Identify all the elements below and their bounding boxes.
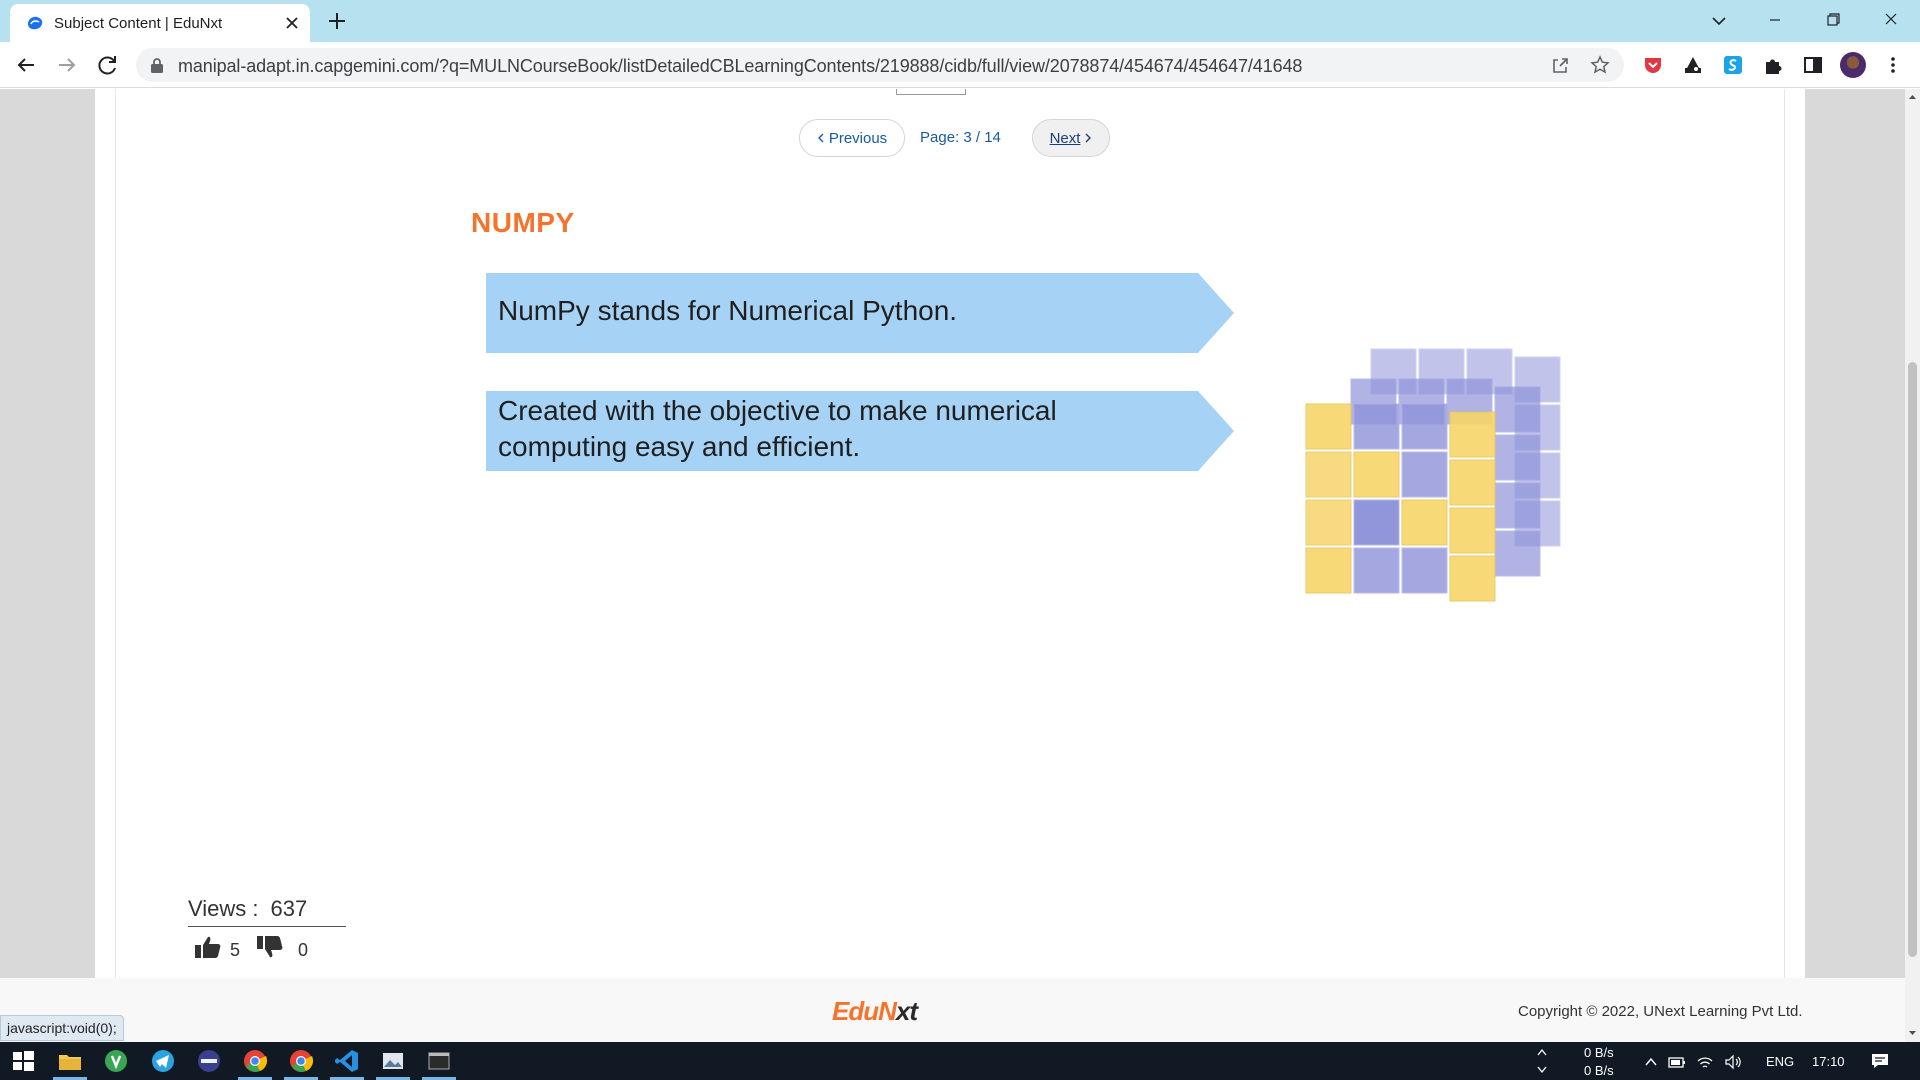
chrome-profile-icon[interactable] (288, 1048, 314, 1074)
bookmark-star-icon[interactable] (1590, 55, 1610, 75)
vertical-scrollbar[interactable] (1905, 89, 1920, 1042)
share-icon[interactable] (1550, 55, 1570, 75)
windows-taskbar: 0 B/s 0 B/s ENG 17:10 (0, 1042, 1920, 1080)
edunxt-favicon-icon (28, 16, 43, 30)
photos-app-icon[interactable] (380, 1048, 406, 1074)
point-arrow-box: Created with the objective to make numer… (486, 389, 1236, 473)
copyright-text: Copyright © 2022, UNext Learning Pvt Ltd… (1518, 1003, 1803, 1020)
thumbs-up-icon[interactable] (194, 934, 222, 960)
browser-tab-active[interactable]: Subject Content | EduNxt (10, 4, 310, 42)
back-arrow-icon[interactable] (12, 51, 40, 79)
vscode-icon[interactable] (334, 1048, 360, 1074)
window-minimize-icon[interactable] (1752, 4, 1798, 36)
tab-search-chevron-icon[interactable] (1707, 9, 1731, 33)
window-close-icon[interactable] (1868, 4, 1914, 36)
reload-icon[interactable] (94, 51, 122, 79)
content-card: Previous Page: 3 / 14 Next NUMPY NumPy s… (95, 89, 1805, 978)
new-tab-icon[interactable] (326, 10, 348, 32)
point-text: NumPy stands for Numerical Python. (498, 295, 958, 326)
battery-icon[interactable] (1668, 1053, 1686, 1071)
scrollbar-thumb[interactable] (1908, 362, 1917, 957)
content-panel: Previous Page: 3 / 14 Next NUMPY NumPy s… (115, 89, 1785, 978)
logo-text-part2: xt (895, 996, 918, 1026)
window-restore-icon[interactable] (1810, 4, 1856, 36)
browser-menu-icon[interactable] (1882, 54, 1904, 76)
ninja-extension-icon[interactable] (1682, 54, 1704, 76)
telegram-icon[interactable] (150, 1048, 176, 1074)
notifications-icon[interactable] (1870, 1051, 1890, 1071)
point-arrow-box: NumPy stands for Numerical Python. (486, 271, 1236, 355)
next-button[interactable]: Next (1032, 119, 1110, 157)
show-hidden-icons-chevron-icon[interactable] (1642, 1053, 1660, 1071)
browser-tab-strip: Subject Content | EduNxt (0, 0, 1920, 42)
page-indicator: Page: 3 / 14 (920, 129, 1001, 146)
scroll-down-arrow-icon[interactable] (1908, 1029, 1917, 1037)
network-speed-down-chevron-icon (1537, 1066, 1547, 1074)
pocket-extension-icon[interactable] (1642, 54, 1664, 76)
dislikes-count: 0 (298, 940, 309, 960)
terminal-icon[interactable] (426, 1048, 452, 1074)
network-download-speed: 0 B/s (1584, 1063, 1614, 1078)
browser-toolbar: manipal-adapt.in.capgemini.com/?q=MULNCo… (0, 42, 1920, 88)
point-text: Created with the objective to make numer… (498, 395, 1057, 462)
side-panel-icon[interactable] (1802, 54, 1824, 76)
zoom-select-remnant[interactable] (896, 89, 966, 95)
address-bar[interactable]: manipal-adapt.in.capgemini.com/?q=MULNCo… (136, 48, 1624, 82)
views-label: Views : (188, 896, 259, 921)
input-language[interactable]: ENG (1766, 1054, 1794, 1069)
edunxt-logo: EduNxt (832, 996, 918, 1027)
next-label: Next (1049, 129, 1081, 147)
chevron-right-icon (1085, 133, 1092, 143)
page-viewport: Previous Page: 3 / 14 Next NUMPY NumPy s… (0, 89, 1920, 1042)
s-extension-icon[interactable] (1722, 54, 1744, 76)
green-app-icon[interactable] (103, 1048, 129, 1074)
previous-button[interactable]: Previous (799, 119, 905, 157)
scroll-up-arrow-icon[interactable] (1908, 93, 1917, 101)
media-app-icon[interactable] (196, 1048, 222, 1074)
clock-time[interactable]: 17:10 (1812, 1054, 1845, 1069)
page-footer: EduNxt Copyright © 2022, UNext Learning … (0, 978, 1905, 1042)
views-counter: Views : 637 (188, 896, 346, 927)
tab-title: Subject Content | EduNxt (54, 15, 223, 32)
slide-title: NUMPY (471, 207, 575, 238)
file-explorer-icon[interactable] (57, 1048, 83, 1074)
windows-start-icon[interactable] (10, 1048, 36, 1074)
logo-text-part1: EduN (832, 996, 897, 1026)
network-speed-up-chevron-icon (1537, 1048, 1547, 1056)
tab-close-icon[interactable] (282, 13, 302, 33)
link-status-tooltip: javascript:void(0); (0, 1015, 124, 1041)
wifi-icon[interactable] (1696, 1053, 1714, 1071)
chrome-icon[interactable] (242, 1048, 268, 1074)
extensions-puzzle-icon[interactable] (1762, 54, 1784, 76)
volume-icon[interactable] (1724, 1053, 1742, 1071)
views-value: 637 (270, 896, 308, 921)
likes-count: 5 (230, 940, 241, 960)
numpy-cube-logo (1305, 348, 1561, 602)
lock-icon[interactable] (150, 57, 164, 73)
thumbs-down-icon[interactable] (256, 934, 284, 960)
network-upload-speed: 0 B/s (1584, 1045, 1614, 1060)
url-text: manipal-adapt.in.capgemini.com/?q=MULNCo… (178, 56, 1303, 76)
previous-label: Previous (828, 129, 888, 147)
chevron-left-icon (817, 133, 824, 143)
profile-avatar[interactable] (1840, 52, 1866, 78)
forward-arrow-icon[interactable] (53, 51, 81, 79)
